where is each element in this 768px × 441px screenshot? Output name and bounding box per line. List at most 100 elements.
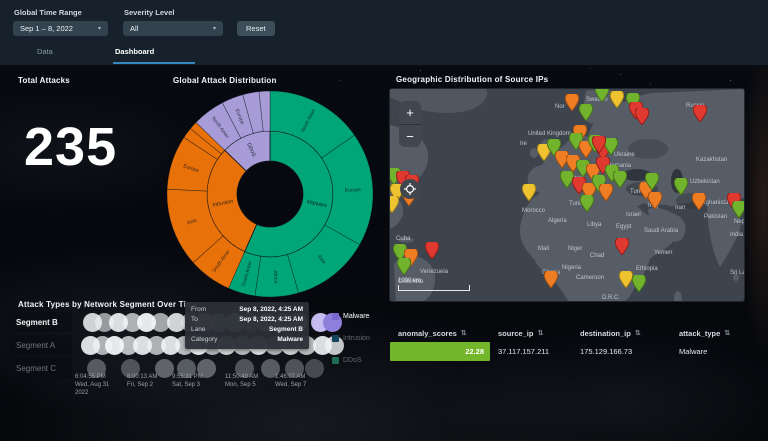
time-range-label: Global Time Range xyxy=(14,8,82,17)
tooltip-field-value: Sep 8, 2022, 4:25 AM xyxy=(239,315,303,325)
zoom-out-button[interactable]: − xyxy=(399,125,421,147)
map-scale-bar xyxy=(398,285,470,291)
tab-data[interactable]: Data xyxy=(37,47,53,56)
column-header-source_ip[interactable]: source_ip ⇅ xyxy=(498,329,580,338)
map-pin-g[interactable] xyxy=(595,88,609,102)
lane-label-segment-b: Segment B xyxy=(10,312,72,332)
locate-button[interactable] xyxy=(400,179,420,199)
map-pin-g[interactable] xyxy=(632,275,646,292)
sort-icon[interactable]: ⇅ xyxy=(724,329,730,337)
tab-dashboard[interactable]: Dashboard xyxy=(115,47,154,56)
legend-item-ddos[interactable]: DDoS xyxy=(332,357,362,364)
active-tab-underline xyxy=(113,62,195,64)
tooltip-field-label: To xyxy=(191,315,198,325)
map-pin-y[interactable] xyxy=(389,196,399,213)
table-row[interactable]: 22.28 37.117.157.211175.129.166.73Malware xyxy=(390,342,762,361)
tooltip-field-label: From xyxy=(191,305,206,315)
column-header-label: destination_ip xyxy=(580,329,631,338)
tooltip-field-value: Segment B xyxy=(269,325,303,335)
legend-item-intrusion[interactable]: Intrusion xyxy=(332,335,370,342)
destination-ip-cell: 175.129.166.73 xyxy=(580,347,679,356)
severity-label: Severity Level xyxy=(124,8,174,17)
sort-icon[interactable]: ⇅ xyxy=(461,329,467,337)
column-header-anomaly_scores[interactable]: anomaly_scores ⇅ xyxy=(390,329,490,338)
map-pin-r[interactable] xyxy=(592,136,606,153)
map-pin-r[interactable] xyxy=(693,105,707,122)
time-range-value: Sep 1 – 8, 2022 xyxy=(20,24,73,33)
chevron-down-icon: ▾ xyxy=(213,25,216,32)
map-pin-o[interactable] xyxy=(599,184,613,201)
map-canvas[interactable]: RussiaSwedenNorPolandUnited KingdomIreUk… xyxy=(389,88,745,302)
legend-label: Intrusion xyxy=(343,335,370,342)
tooltip-row: From Sep 8, 2022, 4:25 AM xyxy=(191,305,303,315)
reset-button[interactable]: Reset xyxy=(237,21,275,36)
map-pin-r[interactable] xyxy=(615,238,629,255)
zoom-in-button[interactable]: + xyxy=(399,101,421,125)
sort-icon[interactable]: ⇅ xyxy=(635,329,641,337)
dashboard-app: Global Time Range Sep 1 – 8, 2022 ▾ Seve… xyxy=(0,0,768,441)
map-pin-y[interactable] xyxy=(610,91,624,108)
map-landmass xyxy=(733,273,739,281)
crosshair-icon xyxy=(404,183,416,195)
tooltip-field-label: Category xyxy=(191,335,217,345)
tooltip-field-label: Lane xyxy=(191,325,205,335)
map-pin-o[interactable] xyxy=(544,271,558,288)
map-scale-label: 1000 km xyxy=(398,278,421,284)
total-attacks-title: Total Attacks xyxy=(18,76,70,85)
column-header-attack_type[interactable]: attack_type⇅ xyxy=(679,329,754,338)
tooltip-field-value: Malware xyxy=(277,335,303,345)
timeline-tooltip: From Sep 8, 2022, 4:25 AM To Sep 8, 2022, 4… xyxy=(185,302,309,349)
map-pin-o[interactable] xyxy=(648,192,662,209)
time-range-dropdown[interactable]: Sep 1 – 8, 2022 ▾ xyxy=(13,21,108,36)
map-pin-o[interactable] xyxy=(692,193,706,210)
events-table: anomaly_scores ⇅ source_ip ⇅ destination_ip ⇅… xyxy=(390,326,762,361)
legend-swatch xyxy=(332,357,339,364)
attack-type-cell: Malware xyxy=(679,347,754,356)
sunburst-title: Global Attack Distribution xyxy=(173,76,277,85)
legend-item-malware[interactable]: Malware xyxy=(332,313,369,320)
severity-dropdown[interactable]: All ▾ xyxy=(123,21,223,36)
lane-label-segment-a: Segment A xyxy=(10,335,72,355)
map-pin-g[interactable] xyxy=(732,201,745,218)
map-pin-g[interactable] xyxy=(397,258,411,275)
map-pin-y[interactable] xyxy=(619,271,633,288)
time-axis-tick: 9:55:31 PM Sat, Sep 3 xyxy=(172,373,203,389)
anomaly-score-cell: 22.28 xyxy=(390,342,490,361)
source-ip-cell: 37.117.157.211 xyxy=(498,347,580,356)
map-pin-r[interactable] xyxy=(425,242,439,259)
legend-label: DDoS xyxy=(343,357,362,364)
time-axis-tick: 11:50:49 AM Mon, Sep 5 xyxy=(225,373,258,389)
sunburst-label: Africa xyxy=(272,270,279,283)
tooltip-row: Lane Segment B xyxy=(191,325,303,335)
global-controls-bar: Global Time Range Sep 1 – 8, 2022 ▾ Seve… xyxy=(0,0,768,42)
timeline-title: Attack Types by Network Segment Over Tim… xyxy=(18,300,198,309)
map-pin-r[interactable] xyxy=(635,108,649,125)
sunburst-chart[interactable]: North AmerEuropeAsiaAfricaSouth AmerMalw… xyxy=(162,86,378,302)
tooltip-field-value: Sep 8, 2022, 4:25 AM xyxy=(239,305,303,315)
map-pin-g[interactable] xyxy=(645,173,659,190)
sort-icon[interactable]: ⇅ xyxy=(537,329,543,337)
timeline-event[interactable] xyxy=(305,359,324,378)
map-pin-g[interactable] xyxy=(580,195,594,212)
lane-label-segment-c: Segment C xyxy=(10,358,72,378)
map-pin-g[interactable] xyxy=(613,171,627,188)
column-header-label: anomaly_scores xyxy=(398,329,457,338)
map-pin-g[interactable] xyxy=(674,178,688,195)
map-landmass xyxy=(628,139,668,159)
stars-decoration xyxy=(420,70,421,71)
map-pin-o[interactable] xyxy=(565,94,579,111)
map-pin-g[interactable] xyxy=(604,138,618,155)
map-zoom-control: + − xyxy=(399,101,421,147)
map-pin-y[interactable] xyxy=(522,184,536,201)
column-header-label: source_ip xyxy=(498,329,533,338)
severity-value: All xyxy=(130,24,138,33)
tab-bar: Data Dashboard xyxy=(0,42,768,66)
time-axis-tick: 1:46:07 AM Wed, Sep 7 xyxy=(275,373,306,389)
map-country-label: Tanzania xyxy=(624,301,648,302)
map-pin-g[interactable] xyxy=(579,104,593,121)
map-title: Geographic Distribution of Source IPs xyxy=(396,75,548,84)
map-landmass xyxy=(674,291,682,302)
column-header-destination_ip[interactable]: destination_ip ⇅ xyxy=(580,329,679,338)
time-axis-tick: 8:00:13 AM Fri, Sep 2 xyxy=(127,373,157,389)
map-scale: 1000 km xyxy=(398,278,470,291)
